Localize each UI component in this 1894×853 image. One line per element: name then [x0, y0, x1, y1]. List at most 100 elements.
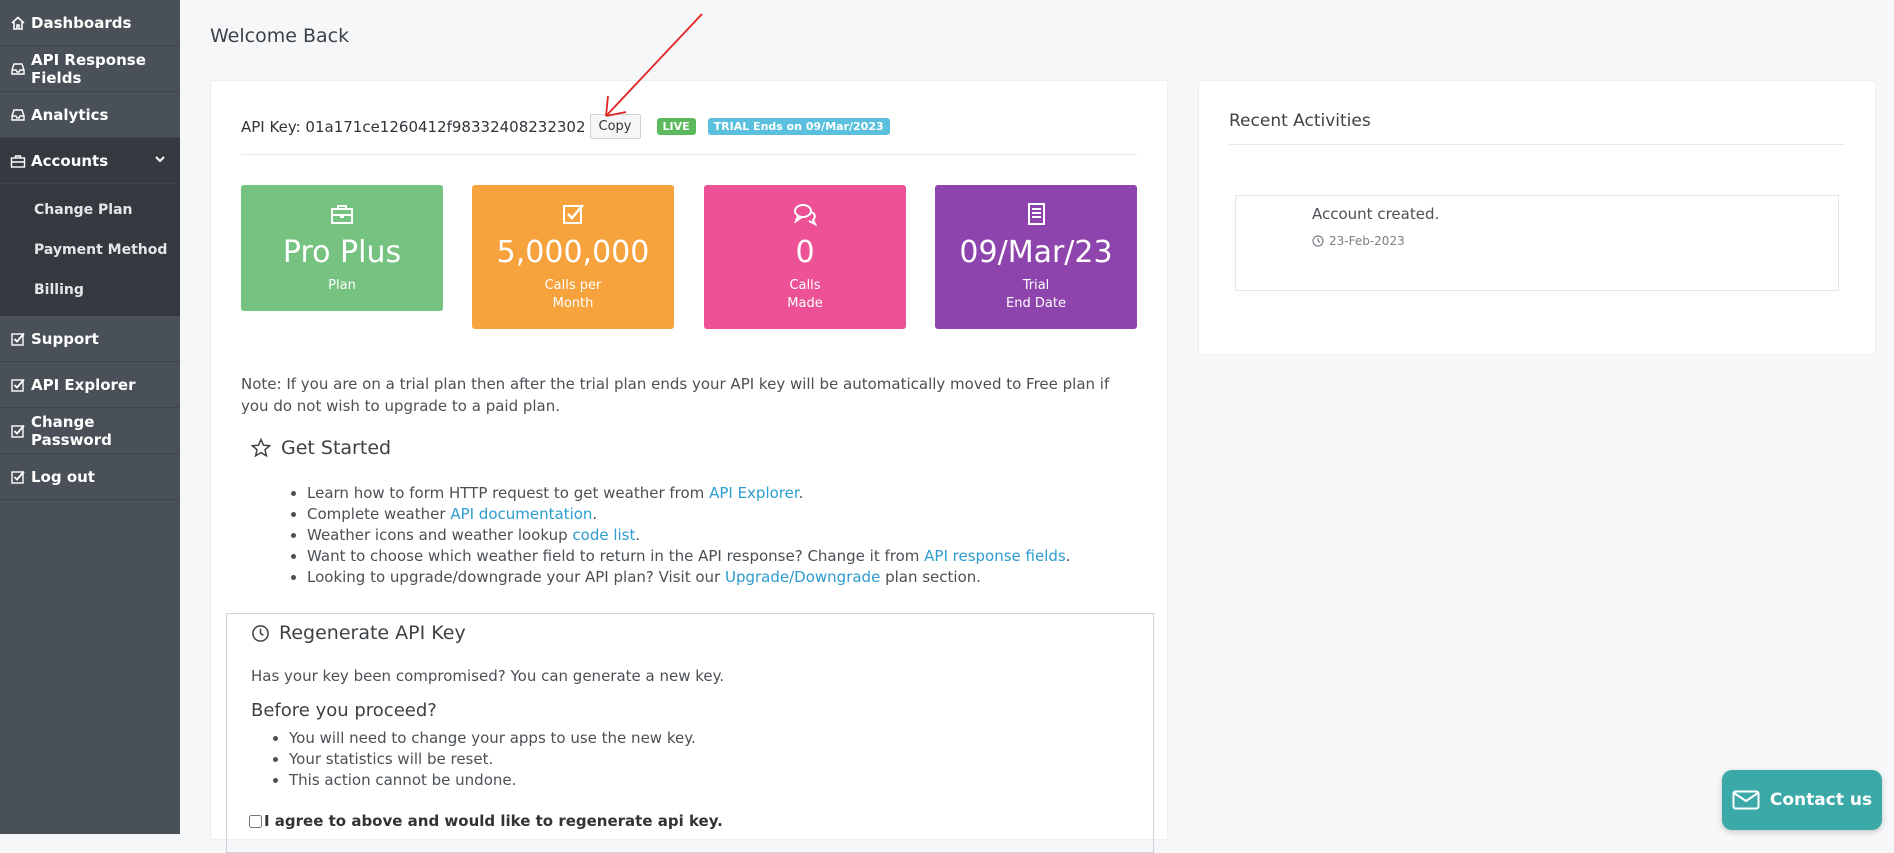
- list-item: This action cannot be undone.: [289, 770, 696, 791]
- nav-dashboards-label: Dashboards: [31, 13, 132, 32]
- checkbox-icon: [10, 331, 26, 347]
- checkbox-icon: [472, 201, 674, 227]
- divider: [241, 154, 1137, 155]
- get-started-heading: Get Started: [251, 437, 391, 459]
- nav-analytics-label: Analytics: [31, 105, 109, 124]
- home-icon: [10, 15, 26, 31]
- nav-accounts[interactable]: Accounts: [0, 138, 180, 184]
- list-item: You will need to change your apps to use…: [289, 728, 696, 749]
- chevron-down-icon: [155, 156, 165, 163]
- nav-dashboards[interactable]: Dashboards: [0, 0, 180, 46]
- regenerate-text: Has your key been compromised? You can g…: [251, 667, 725, 685]
- subnav-change-plan[interactable]: Change Plan: [0, 190, 180, 230]
- clock-icon: [1312, 235, 1324, 247]
- document-icon: [935, 201, 1137, 227]
- stat-calls-made-value: 0: [795, 235, 815, 270]
- regenerate-warnings: You will need to change your apps to use…: [271, 728, 696, 791]
- stat-calls-per-month-value: 5,000,000: [496, 235, 650, 270]
- subnav-billing[interactable]: Billing: [0, 270, 180, 310]
- list-item-text: .: [592, 505, 598, 523]
- nav-api-explorer-label: API Explorer: [31, 375, 136, 394]
- code-list-link[interactable]: code list: [572, 526, 635, 544]
- list-item-text: Want to choose which weather field to re…: [307, 547, 925, 565]
- accounts-submenu: Change Plan Payment Method Billing: [0, 184, 180, 316]
- briefcase-icon: [241, 201, 443, 227]
- subnav-payment-method[interactable]: Payment Method: [0, 230, 180, 270]
- stat-calls-per-month: 5,000,000 Calls per Month: [472, 185, 674, 329]
- activity-date: 23-Feb-2023: [1329, 234, 1405, 248]
- trial-badge: TRIAL Ends on 09/Mar/2023: [707, 118, 890, 135]
- checkbox-icon: [10, 423, 26, 439]
- api-key-row: API Key: 01a171ce1260412f98332408232302 …: [241, 114, 890, 139]
- activity-time: 23-Feb-2023: [1312, 234, 1405, 248]
- agree-label: I agree to above and would like to regen…: [264, 812, 723, 830]
- nav-change-password-label: Change Password: [31, 412, 112, 449]
- list-item: Learn how to form HTTP request to get we…: [307, 483, 1071, 504]
- stat-calls-made: 0 Calls Made: [704, 185, 906, 329]
- list-item-text: Learn how to form HTTP request to get we…: [307, 484, 710, 502]
- nav-change-password[interactable]: Change Password: [0, 408, 180, 454]
- trial-note: Note: If you are on a trial plan then af…: [241, 375, 1110, 415]
- regenerate-title: Regenerate API Key: [279, 622, 466, 644]
- upgrade-downgrade-link[interactable]: Upgrade/Downgrade: [725, 568, 880, 586]
- api-key-text: API Key: 01a171ce1260412f98332408232302: [241, 117, 586, 136]
- checkbox-icon: [10, 377, 26, 393]
- list-item-text: plan section.: [880, 568, 982, 586]
- list-item: Want to choose which weather field to re…: [307, 546, 1071, 567]
- list-item: Your statistics will be reset.: [289, 749, 696, 770]
- contact-us-button[interactable]: Contact us: [1722, 770, 1882, 830]
- account-overview-card: API Key: 01a171ce1260412f98332408232302 …: [210, 80, 1168, 853]
- regenerate-heading: Regenerate API Key: [251, 622, 466, 644]
- activity-item: Account created. 23-Feb-2023: [1235, 195, 1839, 291]
- get-started-title: Get Started: [281, 437, 392, 459]
- stat-trial-end-date-label: Trial End Date: [1006, 278, 1066, 311]
- star-icon: [251, 438, 271, 458]
- api-explorer-link[interactable]: API Explorer: [709, 484, 799, 502]
- list-item-text: .: [635, 526, 641, 544]
- contact-us-label: Contact us: [1769, 790, 1873, 810]
- agree-checkbox-row[interactable]: I agree to above and would like to regen…: [249, 812, 723, 830]
- nav-support-label: Support: [31, 329, 99, 348]
- regenerate-subtitle: Before you proceed?: [251, 700, 437, 721]
- get-started-list: Learn how to form HTTP request to get we…: [289, 483, 1071, 588]
- briefcase-icon: [10, 153, 26, 169]
- list-item: Looking to upgrade/downgrade your API pl…: [307, 567, 1071, 588]
- list-item: Complete weather API documentation.: [307, 504, 1071, 525]
- list-item-text: .: [1065, 547, 1071, 565]
- stat-trial-end-date-value: 09/Mar/23: [959, 235, 1113, 270]
- clock-icon: [252, 624, 269, 642]
- list-item-text: .: [798, 484, 804, 502]
- nav-api-explorer[interactable]: API Explorer: [0, 362, 180, 408]
- list-item: Weather icons and weather lookup code li…: [307, 525, 1071, 546]
- nav-api-response-fields[interactable]: API Response Fields: [0, 46, 180, 92]
- nav-log-out[interactable]: Log out: [0, 454, 180, 500]
- checkbox-icon: [10, 469, 26, 485]
- regenerate-api-key-panel: Regenerate API Key Has your key been com…: [226, 613, 1154, 853]
- nav-support[interactable]: Support: [0, 316, 180, 362]
- nav-api-response-fields-label: API Response Fields: [31, 50, 146, 87]
- live-badge: LIVE: [656, 118, 696, 135]
- nav-log-out-label: Log out: [31, 467, 95, 486]
- divider: [1229, 144, 1845, 145]
- list-item-text: Weather icons and weather lookup: [307, 526, 573, 544]
- envelope-icon: [1732, 790, 1760, 810]
- recent-activities-card: Recent Activities Account created. 23-Fe…: [1198, 80, 1876, 355]
- list-item-text: Complete weather: [307, 505, 451, 523]
- nav-analytics[interactable]: Analytics: [0, 92, 180, 138]
- activity-text: Account created.: [1312, 205, 1440, 223]
- stat-plan-label: Plan: [328, 278, 356, 293]
- api-documentation-link[interactable]: API documentation: [450, 505, 592, 523]
- copy-button[interactable]: Copy: [589, 114, 641, 139]
- nav-accounts-label: Accounts: [31, 151, 109, 170]
- stat-calls-per-month-label: Calls per Month: [544, 278, 602, 311]
- stat-trial-end-date: 09/Mar/23 Trial End Date: [935, 185, 1137, 329]
- list-item-text: Looking to upgrade/downgrade your API pl…: [307, 568, 725, 586]
- inbox-icon: [10, 61, 26, 77]
- agree-checkbox[interactable]: [249, 814, 262, 828]
- sidebar: Dashboards API Response Fields Analytics…: [0, 0, 180, 834]
- inbox-icon: [10, 107, 26, 123]
- api-response-fields-link[interactable]: API response fields: [924, 547, 1066, 565]
- comments-icon: [704, 201, 906, 227]
- page-title: Welcome Back: [210, 25, 350, 47]
- stat-calls-made-label: Calls Made: [787, 278, 823, 311]
